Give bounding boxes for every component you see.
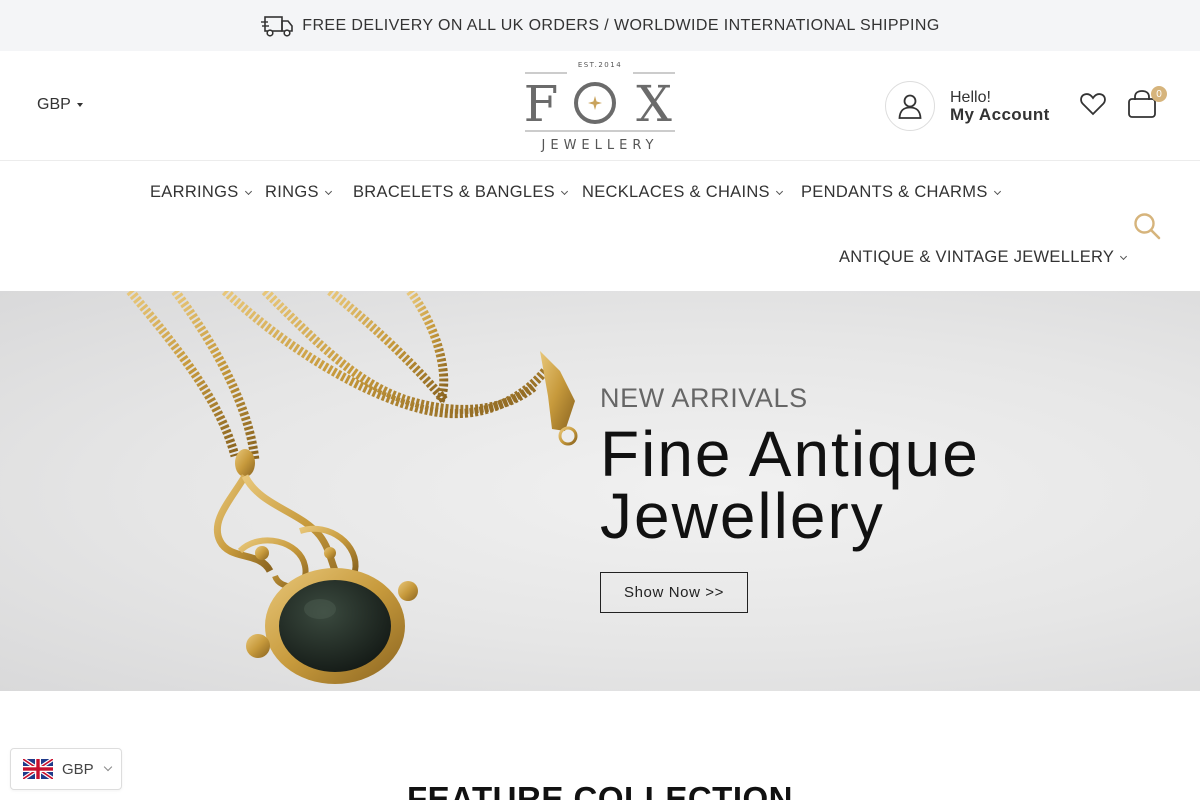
caret-down-icon — [76, 103, 83, 107]
svg-text:X: X — [636, 75, 672, 133]
nav-label: NECKLACES & CHAINS — [582, 183, 770, 201]
antique-pendant-necklace-image — [126, 291, 578, 684]
currency-code: GBP — [62, 760, 94, 778]
account-label: My Account — [950, 104, 1050, 124]
main-navigation: EARRINGS RINGS BRACELETS & BANGLES NECKL… — [0, 161, 1200, 291]
nav-label: ANTIQUE & VINTAGE JEWELLERY — [839, 248, 1115, 266]
chevron-down-icon — [103, 762, 112, 772]
chevron-down-icon — [560, 187, 568, 195]
hero-headline-line2: Jewellery — [600, 480, 885, 552]
nav-item-earrings[interactable]: EARRINGS — [150, 183, 252, 202]
chevron-down-icon — [775, 187, 783, 195]
nav-label: RINGS — [265, 183, 319, 201]
user-icon — [885, 81, 935, 131]
nav-item-rings[interactable]: RINGS — [265, 183, 332, 202]
nav-item-bracelets-bangles[interactable]: BRACELETS & BANGLES — [353, 183, 568, 202]
nav-label: BRACELETS & BANGLES — [353, 183, 555, 201]
nav-item-pendants-charms[interactable]: PENDANTS & CHARMS — [801, 183, 1001, 202]
announcement-bar: FREE DELIVERY ON ALL UK ORDERS / WORLDWI… — [0, 0, 1200, 51]
search-icon[interactable] — [1133, 212, 1161, 240]
account-link[interactable]: Hello! My Account — [885, 81, 1050, 131]
feature-collection-title: FEATURE COLLECTION — [406, 780, 794, 800]
truck-icon — [261, 15, 294, 37]
hero-banner: NEW ARRIVALS Fine Antique Jewellery Show… — [0, 291, 1200, 691]
uk-flag-icon — [23, 759, 53, 779]
svg-text:EST.2014: EST.2014 — [578, 61, 622, 69]
nav-label: EARRINGS — [150, 183, 239, 201]
currency-selector[interactable]: GBP — [37, 96, 83, 114]
svg-text:JEWELLERY: JEWELLERY — [541, 138, 659, 153]
nav-item-necklaces-chains[interactable]: NECKLACES & CHAINS — [582, 183, 783, 202]
fox-jewellery-logo[interactable]: EST.2014 F X JEWELLERY — [523, 59, 677, 153]
site-header: GBP EST.2014 F X JEWELLERY Hello! My Acc… — [0, 51, 1200, 161]
chevron-down-icon — [324, 187, 332, 195]
show-now-button[interactable]: Show Now >> — [600, 572, 748, 613]
cart-count-badge: 0 — [1151, 86, 1167, 102]
hero-headline: Fine Antique Jewellery — [600, 418, 1160, 552]
account-greeting: Hello! — [950, 88, 991, 106]
currency-switcher-widget[interactable]: GBP — [10, 748, 122, 790]
chevron-down-icon — [1120, 252, 1128, 260]
announcement-text: FREE DELIVERY ON ALL UK ORDERS / WORLDWI… — [302, 16, 940, 34]
svg-text:F: F — [524, 75, 559, 133]
chevron-down-icon — [993, 187, 1001, 195]
chevron-down-icon — [244, 187, 252, 195]
nav-label: PENDANTS & CHARMS — [801, 183, 988, 201]
heart-icon[interactable] — [1080, 92, 1106, 116]
hero-kicker: NEW ARRIVALS — [600, 383, 808, 413]
currency-label: GBP — [37, 96, 71, 113]
hero-headline-line1: Fine Antique — [600, 418, 980, 490]
nav-item-antique-vintage[interactable]: ANTIQUE & VINTAGE JEWELLERY — [839, 248, 1128, 267]
